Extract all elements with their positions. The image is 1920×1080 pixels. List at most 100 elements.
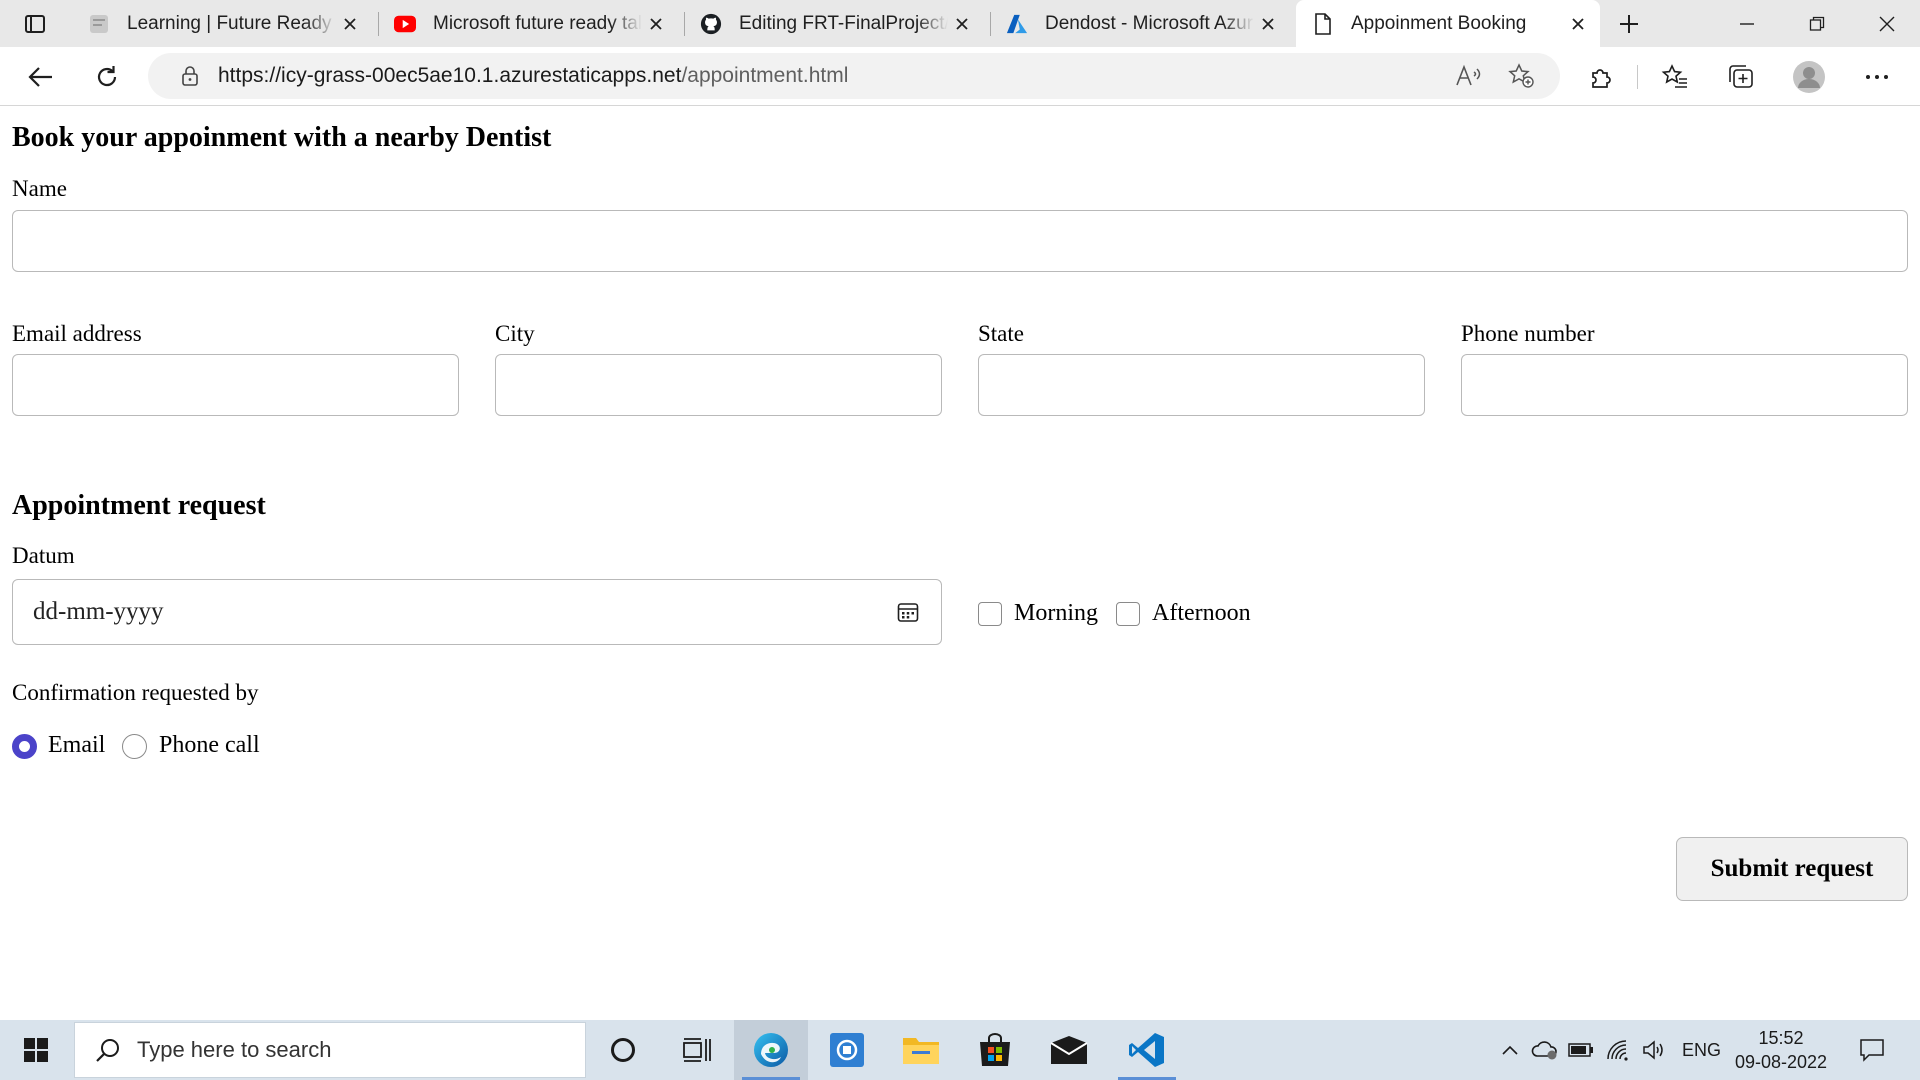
speaker-icon [1643, 1040, 1663, 1060]
tab-title: Microsoft future ready tale [433, 12, 642, 34]
battery-tray[interactable] [1566, 1020, 1596, 1080]
tab-title: Learning | Future Ready Ta [127, 12, 336, 34]
profile-button[interactable] [1790, 58, 1828, 96]
submit-request-button[interactable]: Submit request [1676, 837, 1908, 901]
afternoon-label: Afternoon [1152, 600, 1251, 626]
email-radio-label: Email [48, 732, 106, 758]
clock-time: 15:52 [1758, 1028, 1804, 1048]
phone-input[interactable] [1461, 354, 1908, 416]
windows-logo-icon [24, 1038, 48, 1062]
close-tab-icon[interactable] [642, 10, 670, 38]
tab-azure[interactable]: Dendost - Microsoft Azure [990, 0, 1290, 47]
extensions-button[interactable] [1582, 58, 1620, 96]
windows-taskbar: Type here to search ENG 15:52 09-08-2022 [0, 1020, 1920, 1080]
address-bar[interactable]: https://icy-grass-00ec5ae10.1.azurestati… [148, 53, 1560, 99]
email-input[interactable] [12, 354, 459, 416]
url-text: https://icy-grass-00ec5ae10.1.azurestati… [218, 64, 848, 88]
close-tab-icon[interactable] [1564, 10, 1592, 38]
close-icon [1879, 16, 1895, 31]
tab-actions-button[interactable] [14, 10, 56, 38]
cortana-button[interactable] [586, 1020, 660, 1080]
appointment-request-heading: Appointment request [12, 490, 266, 521]
phone-call-radio-label: Phone call [159, 732, 260, 758]
city-label: City [495, 321, 535, 346]
appointment-page: Book your appoinment with a nearby Denti… [0, 106, 1920, 1020]
learning-favicon-icon [88, 13, 110, 35]
cortana-circle-icon [611, 1038, 635, 1062]
github-icon [700, 13, 722, 35]
state-label: State [978, 321, 1024, 346]
taskbar-store[interactable] [958, 1020, 1032, 1080]
date-input[interactable]: dd-mm-yyyy [12, 579, 942, 645]
star-add-icon [1508, 63, 1534, 88]
mail-envelope-icon [1050, 1036, 1088, 1064]
browser-toolbar: https://icy-grass-00ec5ae10.1.azurestati… [0, 47, 1920, 106]
task-view-icon [683, 1038, 711, 1062]
name-label: Name [12, 176, 67, 201]
task-view-button[interactable] [660, 1020, 734, 1080]
avatar [1793, 61, 1825, 93]
close-tab-icon[interactable] [336, 10, 364, 38]
taskbar-vscode[interactable] [1110, 1020, 1184, 1080]
tab-actions-icon [25, 15, 45, 33]
puzzle-icon [1592, 69, 1611, 88]
favorites-list-icon [1661, 64, 1687, 88]
battery-icon [1568, 1043, 1593, 1057]
restore-button[interactable] [1782, 0, 1852, 47]
add-favorite-button[interactable] [1502, 57, 1540, 95]
phone-label: Phone number [1461, 321, 1595, 346]
settings-more-button[interactable] [1858, 58, 1896, 96]
taskbar-edge-app[interactable] [734, 1020, 808, 1080]
tab-github[interactable]: Editing FRT-FinalProject/R [684, 0, 984, 47]
close-window-button[interactable] [1852, 0, 1920, 47]
taskbar-search-box[interactable]: Type here to search [74, 1022, 586, 1078]
language-indicator[interactable]: ENG [1682, 1020, 1721, 1080]
search-icon [93, 1035, 123, 1065]
state-input[interactable] [978, 354, 1425, 416]
notifications-button[interactable] [1852, 1020, 1892, 1080]
close-tab-icon[interactable] [948, 10, 976, 38]
close-tab-icon[interactable] [1254, 10, 1282, 38]
minimize-icon [1740, 22, 1754, 25]
calendar-icon[interactable] [895, 599, 921, 625]
start-button[interactable] [0, 1020, 72, 1080]
onedrive-tray[interactable] [1530, 1020, 1560, 1080]
favorites-button[interactable] [1656, 58, 1694, 96]
tab-appointment-booking[interactable]: Appoinment Booking [1296, 0, 1600, 47]
taskbar-file-explorer[interactable] [884, 1020, 958, 1080]
phone-call-radio[interactable] [122, 734, 147, 759]
morning-checkbox[interactable] [978, 602, 1002, 626]
name-input[interactable] [12, 210, 1908, 272]
restore-icon [1809, 16, 1825, 31]
city-input[interactable] [495, 354, 942, 416]
collections-button[interactable] [1722, 58, 1760, 96]
folder-icon [903, 1038, 939, 1064]
store-bag-icon [980, 1033, 1010, 1066]
taskbar-mail[interactable] [1032, 1020, 1106, 1080]
browser-tab-strip: Learning | Future Ready Ta Microsoft fut… [0, 0, 1920, 47]
new-tab-button[interactable] [1610, 8, 1648, 40]
refresh-button[interactable] [88, 58, 126, 96]
minimize-button[interactable] [1712, 0, 1782, 47]
url-host: https://icy-grass-00ec5ae10.1.azurestati… [218, 64, 682, 87]
clock-date: 09-08-2022 [1734, 1052, 1828, 1072]
email-radio[interactable] [12, 734, 37, 759]
taskbar-clock[interactable]: 15:52 09-08-2022 [1728, 1026, 1834, 1074]
cloud-icon [1531, 1041, 1557, 1060]
lock-icon[interactable] [178, 64, 202, 88]
back-button[interactable] [22, 58, 60, 96]
wifi-tray[interactable] [1604, 1020, 1634, 1080]
more-dots-icon [1866, 75, 1888, 79]
search-placeholder: Type here to search [137, 1037, 332, 1062]
taskbar-app-blue[interactable] [810, 1020, 884, 1080]
wifi-icon [1607, 1040, 1628, 1061]
show-hidden-icons-button[interactable] [1498, 1020, 1522, 1080]
read-aloud-button[interactable] [1450, 57, 1488, 95]
tab-youtube[interactable]: Microsoft future ready tale [378, 0, 678, 47]
afternoon-checkbox[interactable] [1116, 602, 1140, 626]
toolbar-divider [1637, 65, 1638, 89]
morning-label: Morning [1014, 600, 1098, 626]
volume-tray[interactable] [1640, 1020, 1670, 1080]
tab-learning[interactable]: Learning | Future Ready Ta [72, 0, 372, 47]
read-aloud-icon [1456, 64, 1481, 86]
